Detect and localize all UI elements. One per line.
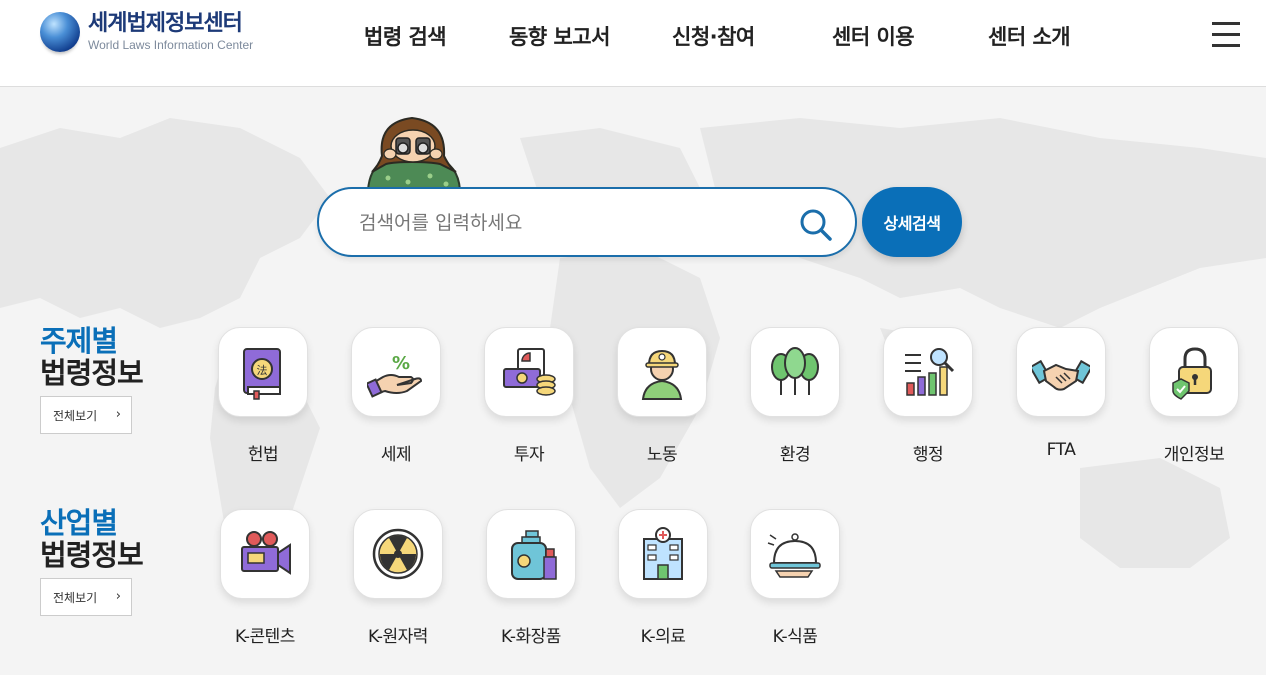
food-cloche-icon bbox=[767, 533, 821, 578]
industry-label: K-콘텐츠 bbox=[235, 627, 295, 647]
topic-title-line1: 주제별 bbox=[40, 324, 118, 358]
radiation-icon bbox=[372, 528, 424, 580]
topic-label: 세제 bbox=[380, 445, 412, 465]
industry-tile-nuclear[interactable]: K-원자력 bbox=[353, 509, 443, 647]
constitution-book-icon: 法 bbox=[243, 348, 281, 400]
industry-label: K-화장품 bbox=[501, 627, 561, 647]
search-input[interactable] bbox=[359, 205, 779, 241]
industry-section-title: 산업별 법령정보 bbox=[40, 506, 144, 572]
topic-label: 환경 bbox=[779, 445, 811, 465]
detailed-search-button[interactable]: 상세검색 bbox=[862, 187, 962, 257]
industry-label: K-의료 bbox=[640, 627, 686, 647]
hamburger-menu-icon[interactable] bbox=[1212, 22, 1241, 48]
topic-label: 노동 bbox=[646, 445, 678, 465]
topic-tile-administration[interactable]: 행정 bbox=[883, 327, 973, 465]
chevron-right-icon: › bbox=[115, 589, 121, 604]
nav-apply-participate[interactable]: 신청·참여 bbox=[672, 21, 755, 51]
nav-trend-report[interactable]: 동향 보고서 bbox=[509, 21, 610, 51]
industry-view-all-button[interactable]: 전체보기 › bbox=[40, 578, 132, 616]
topic-section-title: 주제별 법령정보 bbox=[40, 324, 144, 390]
industry-view-all-label: 전체보기 bbox=[53, 590, 98, 605]
topic-tile-constitution[interactable]: 法 헌법 bbox=[218, 327, 308, 465]
topic-title-line2: 법령정보 bbox=[40, 356, 144, 390]
svg-text:法: 法 bbox=[257, 363, 268, 377]
logo-title-ko: 세계법제정보센터 bbox=[88, 11, 243, 36]
tax-hand-icon: % bbox=[367, 353, 423, 398]
topic-tile-environment[interactable]: 환경 bbox=[750, 327, 840, 465]
site-header: 세계법제정보센터 World Laws Information Center 법… bbox=[0, 0, 1266, 87]
industry-title-line1: 산업별 bbox=[40, 506, 118, 540]
nav-center-use[interactable]: 센터 이용 bbox=[832, 21, 915, 51]
topic-tile-fta[interactable]: FTA bbox=[1016, 327, 1106, 460]
hospital-icon bbox=[643, 527, 683, 580]
industry-tile-cosmetics[interactable]: K-화장품 bbox=[486, 509, 576, 647]
privacy-lock-icon bbox=[1172, 347, 1212, 400]
binoculars-character-illustration bbox=[366, 116, 462, 190]
nav-center-intro[interactable]: 센터 소개 bbox=[988, 21, 1071, 51]
topic-tile-privacy[interactable]: 개인정보 bbox=[1149, 327, 1239, 465]
topic-view-all-label: 전체보기 bbox=[53, 408, 98, 423]
globe-logo-icon bbox=[40, 12, 80, 52]
topic-label: 행정 bbox=[912, 445, 944, 465]
investment-money-icon bbox=[503, 348, 556, 396]
svg-text:%: % bbox=[392, 353, 410, 374]
trees-icon bbox=[771, 347, 819, 395]
site-logo[interactable]: 세계법제정보센터 World Laws Information Center bbox=[40, 12, 253, 52]
industry-tile-content[interactable]: K-콘텐츠 bbox=[220, 509, 310, 647]
industry-tile-food[interactable]: K-식품 bbox=[750, 509, 840, 647]
admin-chart-icon bbox=[905, 348, 955, 396]
industry-tile-medical[interactable]: K-의료 bbox=[618, 509, 708, 647]
search-box bbox=[317, 187, 857, 257]
topic-label: 개인정보 bbox=[1163, 445, 1225, 465]
topic-label: 투자 bbox=[513, 445, 545, 465]
handshake-icon bbox=[1032, 359, 1090, 391]
topic-label: FTA bbox=[1046, 440, 1076, 460]
topic-tile-tax[interactable]: % 세제 bbox=[351, 327, 441, 465]
industry-label: K-원자력 bbox=[368, 627, 428, 647]
industry-title-line2: 법령정보 bbox=[40, 538, 144, 572]
topic-tile-labor[interactable]: 노동 bbox=[617, 327, 707, 465]
logo-title-en: World Laws Information Center bbox=[88, 38, 254, 52]
topic-tile-investment[interactable]: 투자 bbox=[484, 327, 574, 465]
industry-label: K-식품 bbox=[772, 627, 818, 647]
worker-icon bbox=[641, 349, 683, 400]
topic-view-all-button[interactable]: 전체보기 › bbox=[40, 396, 132, 434]
topic-label: 헌법 bbox=[247, 445, 279, 465]
search-icon[interactable] bbox=[799, 208, 833, 242]
cosmetics-icon bbox=[511, 530, 557, 580]
nav-law-search[interactable]: 법령 검색 bbox=[364, 21, 447, 51]
chevron-right-icon: › bbox=[115, 407, 121, 422]
video-camera-icon bbox=[241, 531, 291, 575]
